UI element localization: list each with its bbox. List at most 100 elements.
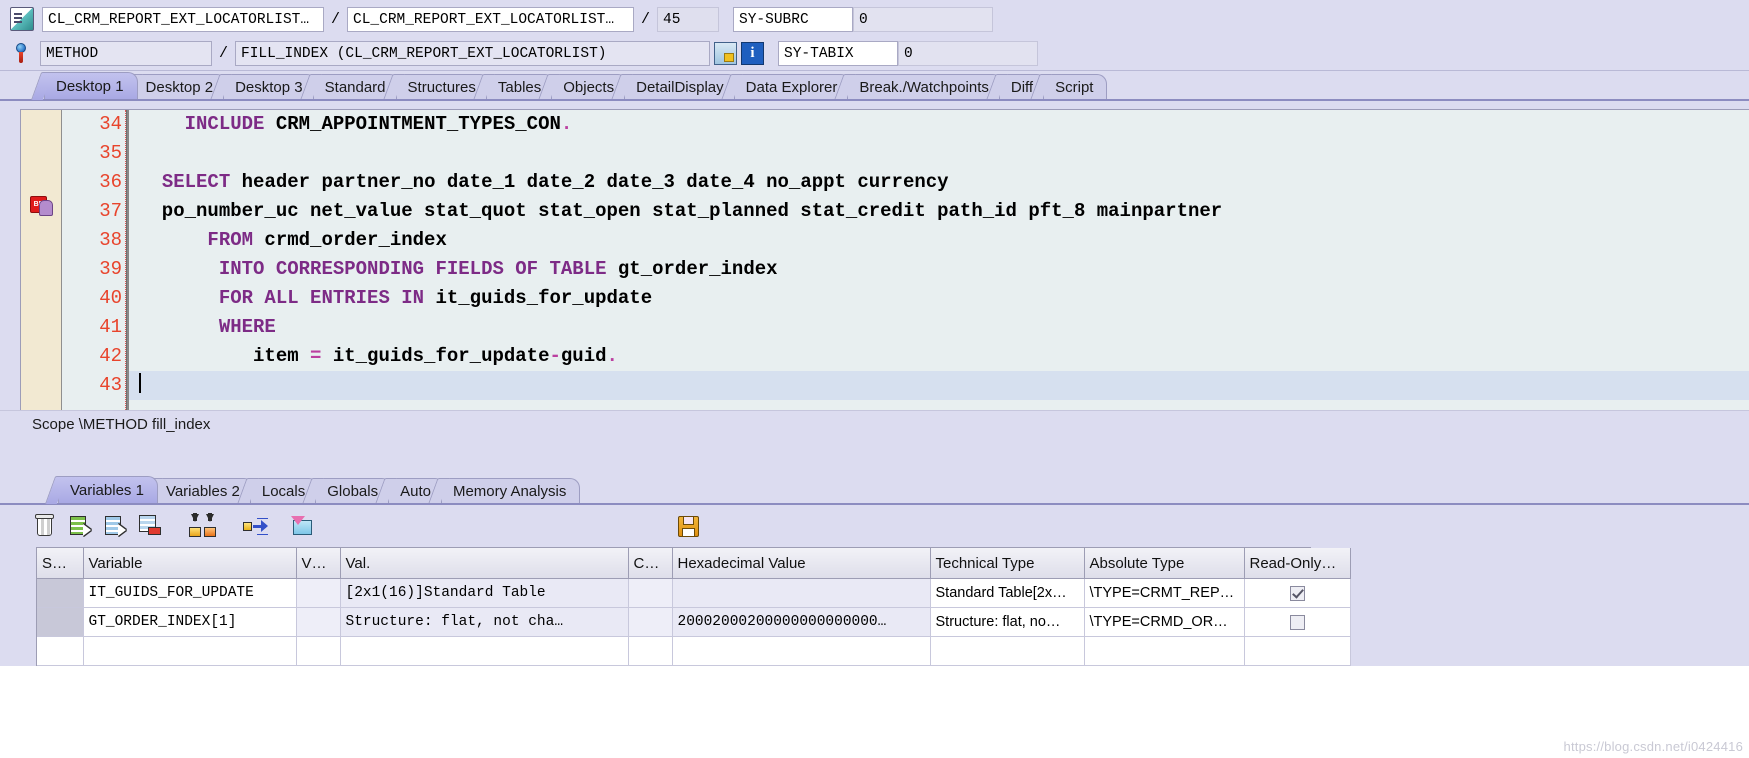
sy-subrc-label: SY-SUBRC: [733, 6, 854, 32]
column-header[interactable]: Technical Type: [930, 548, 1085, 579]
code-token: po_number_uc net_value stat_quot stat_op…: [139, 200, 1223, 222]
variable-name-cell[interactable]: IT_GUIDS_FOR_UPDATE: [83, 578, 297, 608]
column-header[interactable]: Hexadecimal Value: [672, 548, 931, 579]
event-separator: /: [219, 44, 229, 62]
column-header[interactable]: S…: [37, 548, 84, 579]
tab-variables-1[interactable]: Variables 1: [58, 476, 158, 503]
debugger-header: CL_CRM_REPORT_EXT_LOCATORLIST… / CL_CRM_…: [0, 0, 1749, 71]
call-stack-icon[interactable]: [714, 41, 738, 65]
line-number: 42: [99, 345, 122, 367]
cell-c: [628, 636, 673, 666]
new-folder-icon[interactable]: [289, 513, 315, 539]
column-header[interactable]: Variable: [83, 548, 297, 579]
code-token: guid: [560, 345, 607, 367]
code-token: .: [560, 113, 573, 135]
current-line-field[interactable]: 45: [657, 6, 720, 32]
row-select-cell[interactable]: [37, 636, 84, 666]
read-only-checkbox-cell[interactable]: [1244, 636, 1351, 666]
line-separator: /: [641, 10, 651, 28]
include-name-field[interactable]: CL_CRM_REPORT_EXT_LOCATORLIST…: [347, 6, 635, 32]
program-name-field[interactable]: CL_CRM_REPORT_EXT_LOCATORLIST…: [42, 6, 324, 32]
event-name-field: FILL_INDEX (CL_CRM_REPORT_EXT_LOCATORLIS…: [235, 40, 711, 66]
column-header[interactable]: Val.: [340, 548, 629, 579]
checkbox-unchecked-icon[interactable]: [1289, 614, 1305, 630]
read-only-checkbox-cell[interactable]: [1244, 578, 1351, 608]
code-line[interactable]: po_number_uc net_value stat_quot stat_op…: [129, 197, 1749, 226]
row-select-cell[interactable]: [37, 578, 84, 608]
variable-name-cell[interactable]: [83, 636, 297, 666]
absolute-type-cell: \TYPE=CRMT_REP…: [1084, 578, 1245, 608]
column-header[interactable]: Absolute Type: [1084, 548, 1245, 579]
move-variables-icon[interactable]: [241, 513, 268, 539]
breakpoint-user-icon[interactable]: BP: [30, 194, 53, 216]
save-layout-icon[interactable]: [675, 513, 701, 539]
line-number: 35: [99, 142, 122, 164]
code-token: header partner_no date_1 date_2 date_3 d…: [230, 171, 949, 193]
tab-script[interactable]: Script: [1043, 74, 1108, 99]
column-header[interactable]: V…: [296, 548, 341, 579]
variables-toolbar: [0, 505, 1749, 547]
code-token: .: [606, 345, 618, 367]
main-tab-bar: Desktop 1 Desktop 2 Desktop 3 Standard Struc…: [0, 71, 1749, 101]
source-code-editor[interactable]: BP 34 35 36 37 38 39 40 41 42 43 INCLUDE CRM_APPO…: [20, 109, 1749, 410]
code-token: WHERE: [218, 316, 276, 338]
table-header-row: S… Variable V… Val. C… Hexadecimal Value Techn…: [37, 548, 1351, 579]
code-line[interactable]: WHERE: [129, 313, 1749, 342]
code-line[interactable]: item = it_guids_for_update-guid.: [129, 342, 1749, 371]
code-line[interactable]: [129, 371, 1749, 400]
code-line[interactable]: FROM crmd_order_index: [129, 226, 1749, 255]
value-cell[interactable]: [2x1(16)]Standard Table: [340, 578, 629, 608]
code-line[interactable]: INTO CORRESPONDING FIELDS OF TABLE gt_or…: [129, 255, 1749, 284]
header-row-program: CL_CRM_REPORT_EXT_LOCATORLIST… / CL_CRM_…: [0, 4, 1749, 34]
table-row[interactable]: GT_ORDER_INDEX[1] Structure: flat, not ch…: [37, 607, 1351, 637]
value-cell[interactable]: [340, 636, 629, 666]
technical-type-cell: [930, 636, 1085, 666]
tab-break-watchpoints[interactable]: Break./Watchpoints: [847, 74, 1003, 99]
remove-row-icon[interactable]: [137, 513, 163, 539]
hex-value-cell: [672, 578, 931, 608]
table-row[interactable]: IT_GUIDS_FOR_UPDATE [2x1(16)]Standard Tab…: [37, 578, 1351, 608]
table-row[interactable]: [37, 636, 1351, 666]
column-header[interactable]: C…: [628, 548, 673, 579]
delete-trash-icon[interactable]: [32, 513, 58, 539]
cell-v: [296, 636, 341, 666]
event-type-field: METHOD: [40, 40, 212, 66]
code-token: INCLUDE: [184, 113, 265, 135]
checkbox-checked-icon[interactable]: [1289, 585, 1305, 601]
cell-c: [628, 607, 673, 637]
tab-desktop-1[interactable]: Desktop 1: [44, 72, 138, 99]
value-cell[interactable]: Structure: flat, not cha…: [340, 607, 629, 637]
code-line[interactable]: SELECT header partner_no date_1 date_2 d…: [129, 168, 1749, 197]
breakpoint-gutter[interactable]: BP: [21, 110, 62, 410]
table-body: IT_GUIDS_FOR_UPDATE [2x1(16)]Standard Tab…: [37, 578, 1351, 666]
line-number: 36: [99, 171, 122, 193]
code-token: it_guids_for_update: [424, 287, 653, 309]
code-line[interactable]: FOR ALL ENTRIES IN it_guids_for_update: [129, 284, 1749, 313]
variable-name-cell[interactable]: GT_ORDER_INDEX[1]: [83, 607, 297, 637]
code-text-area[interactable]: INCLUDE CRM_APPOINTMENT_TYPES_CON. SELEC…: [127, 110, 1749, 410]
code-token: SELECT: [161, 171, 231, 193]
copy-list-blue-icon[interactable]: [102, 513, 128, 539]
code-token: =: [310, 345, 322, 367]
code-line[interactable]: INCLUDE CRM_APPOINTMENT_TYPES_CON.: [129, 110, 1749, 139]
column-header[interactable]: Read-Only…: [1244, 548, 1351, 579]
import-variables-icon[interactable]: [187, 513, 219, 539]
code-token: it_guids_for_update: [321, 345, 550, 367]
read-only-checkbox-cell[interactable]: [1244, 607, 1351, 637]
tab-detaildisplay[interactable]: DetailDisplay: [624, 74, 738, 99]
information-icon[interactable]: i: [741, 41, 765, 65]
tab-memory-analysis[interactable]: Memory Analysis: [440, 478, 581, 503]
method-pin-icon: [10, 42, 32, 64]
technical-type-cell: Structure: flat, no…: [930, 607, 1085, 637]
row-select-cell[interactable]: [37, 607, 84, 637]
watermark-text: https://blog.csdn.net/i0424416: [1563, 739, 1743, 754]
variables-panel: Variables 1 Variables 2 Locals Globals Auto M…: [0, 473, 1749, 666]
program-separator: /: [331, 10, 341, 28]
copy-list-green-icon[interactable]: [67, 513, 93, 539]
line-number: 40: [99, 287, 122, 309]
sy-tabix-label: SY-TABIX: [778, 40, 899, 66]
code-token: INTO CORRESPONDING FIELDS OF TABLE: [218, 258, 607, 280]
code-line[interactable]: [129, 139, 1749, 168]
tab-data-explorer[interactable]: Data Explorer: [733, 74, 852, 99]
